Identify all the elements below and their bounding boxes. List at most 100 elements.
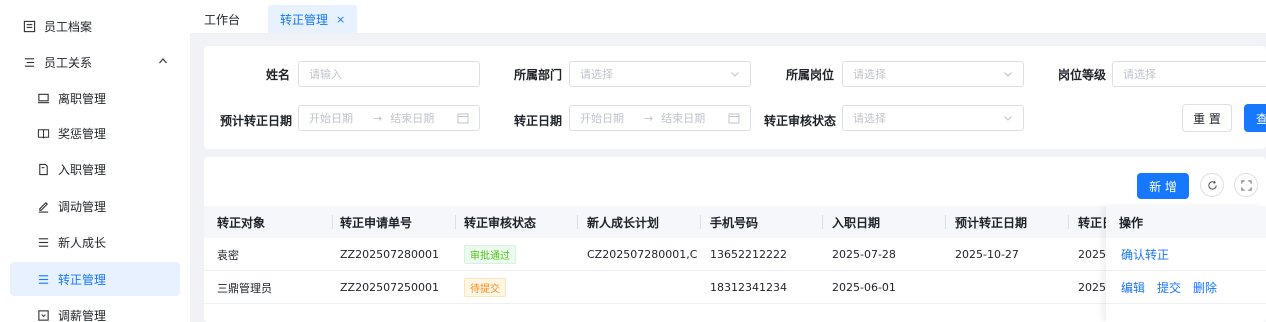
level-label: 岗位等级 xyxy=(1057,68,1106,82)
sidebar-item-label: 入职管理 xyxy=(58,162,107,177)
date-range[interactable]: 开始日期 → 结束日期 xyxy=(569,105,751,131)
fullscreen-icon xyxy=(1240,179,1252,191)
column-divider xyxy=(822,215,823,229)
plan-date-range[interactable]: 开始日期 → 结束日期 xyxy=(298,105,480,131)
column-header: 操作 xyxy=(1106,206,1266,238)
status-select[interactable]: 请选择 xyxy=(842,105,1024,131)
level-select[interactable]: 请选择 xyxy=(1112,61,1266,87)
name-input[interactable]: 请输入 xyxy=(298,61,480,87)
filter-panel: 姓名 请输入 所属部门 请选择 所属岗位 请选择 岗位等级 请选择 预计转正日期… xyxy=(204,46,1266,149)
cell-phone: 13652212222 xyxy=(710,248,787,261)
dept-select[interactable]: 请选择 xyxy=(569,61,751,87)
add-button[interactable]: 新 增 xyxy=(1137,173,1189,199)
cell-entry-date: 2025-07-28 xyxy=(832,248,896,261)
sidebar-item-new-growth[interactable]: 新人成长 xyxy=(0,225,190,259)
fullscreen-button[interactable] xyxy=(1234,173,1258,197)
column-divider xyxy=(945,215,946,229)
placeholder-text: 请选择 xyxy=(853,112,886,125)
delete-link[interactable]: 删除 xyxy=(1193,279,1217,296)
edit-link[interactable]: 编辑 xyxy=(1121,279,1145,296)
calendar-icon xyxy=(457,113,469,124)
sidebar-item-label: 员工档案 xyxy=(44,19,93,34)
cell-reg-date: 2025- xyxy=(1078,281,1108,294)
cell-order-no: ZZ202507280001 xyxy=(340,248,440,261)
tab-label: 转正管理 xyxy=(280,12,329,27)
start-date-placeholder: 开始日期 xyxy=(309,112,353,125)
tab-workbench[interactable]: 工作台 xyxy=(204,5,240,33)
close-icon[interactable]: × xyxy=(336,13,345,26)
placeholder-text: 请选择 xyxy=(580,68,613,81)
refresh-button[interactable] xyxy=(1200,173,1224,197)
sidebar-item-label: 员工关系 xyxy=(44,55,93,70)
cell-status: 审批通过 xyxy=(464,238,516,271)
tab-label: 工作台 xyxy=(204,12,241,27)
lines-icon xyxy=(36,272,50,286)
column-header[interactable]: 转正日 xyxy=(1078,206,1108,238)
placeholder-text: 请选择 xyxy=(853,68,886,81)
cell-status: 待提交 xyxy=(464,271,506,304)
column-header[interactable]: 新人成长计划 xyxy=(587,206,702,238)
column-header[interactable]: 转正申请单号 xyxy=(340,206,455,238)
name-label: 姓名 xyxy=(265,68,290,82)
cell-person: 袁密 xyxy=(217,248,239,262)
operations-column: 操作 确认转正 编辑 提交 删除 xyxy=(1106,206,1266,322)
sidebar-item-rewards[interactable]: 奖惩管理 xyxy=(0,116,190,150)
sidebar-item-label: 离职管理 xyxy=(58,91,107,106)
dept-label: 所属部门 xyxy=(513,68,562,82)
cell-order-no: ZZ202507250001 xyxy=(340,281,440,294)
calendar-icon xyxy=(728,113,740,124)
sidebar-item-employee-relations[interactable]: 员工关系 xyxy=(0,45,190,79)
laptop-icon xyxy=(36,91,50,105)
tab-regularization[interactable]: 转正管理 × xyxy=(268,5,358,33)
arrow-icon: → xyxy=(373,111,383,125)
column-header[interactable]: 预计转正日期 xyxy=(955,206,1065,238)
sidebar-item-regularization[interactable]: 转正管理 xyxy=(10,262,180,296)
document-icon xyxy=(36,162,50,176)
column-divider xyxy=(455,215,456,229)
table-panel: 新 增 转正对象 转正申请单号 转正审核状态 新人成长计划 手机号码 入职日期 … xyxy=(204,157,1266,322)
placeholder-text: 请选择 xyxy=(1123,68,1156,81)
sidebar-item-label: 转正管理 xyxy=(58,272,107,287)
sidebar-item-onboarding[interactable]: 入职管理 xyxy=(0,152,190,186)
sidebar: 员工档案 员工关系 离职管理 奖惩管理 入职管理 调动管理 新人成长 转正管理 … xyxy=(0,0,190,322)
sidebar-item-resignation[interactable]: 离职管理 xyxy=(0,81,190,115)
reset-button[interactable]: 重 置 xyxy=(1182,104,1232,132)
cell-person: 三鼎管理员 xyxy=(217,281,272,295)
cell-plan: CZ202507280001,CZ... xyxy=(587,248,697,261)
list-icon xyxy=(22,19,36,33)
row-actions: 确认转正 xyxy=(1106,238,1266,271)
column-divider xyxy=(332,215,333,229)
column-divider xyxy=(1068,215,1069,229)
lines-icon xyxy=(36,235,50,249)
end-date-placeholder: 结束日期 xyxy=(661,112,706,125)
column-header[interactable]: 转正对象 xyxy=(217,206,327,238)
column-header[interactable]: 入职日期 xyxy=(832,206,942,238)
row-actions: 编辑 提交 删除 xyxy=(1106,271,1266,304)
placeholder-text: 请输入 xyxy=(309,68,342,81)
chevron-up-icon[interactable] xyxy=(158,56,168,66)
cell-reg-date: 2025- xyxy=(1078,248,1108,261)
column-header[interactable]: 手机号码 xyxy=(710,206,820,238)
sidebar-item-employee-archive[interactable]: 员工档案 xyxy=(0,9,190,43)
edit-icon xyxy=(36,199,50,213)
confirm-regularization-link[interactable]: 确认转正 xyxy=(1121,246,1169,263)
chevron-down-icon xyxy=(1004,72,1012,77)
start-date-placeholder: 开始日期 xyxy=(580,112,624,125)
date-label: 转正日期 xyxy=(513,114,562,128)
column-header[interactable]: 转正审核状态 xyxy=(464,206,574,238)
sidebar-item-label: 调薪管理 xyxy=(58,308,107,322)
search-button[interactable]: 查 xyxy=(1244,104,1266,132)
post-select[interactable]: 请选择 xyxy=(842,61,1024,87)
sidebar-item-label: 奖惩管理 xyxy=(58,126,107,141)
sidebar-item-transfer[interactable]: 调动管理 xyxy=(0,189,190,223)
plan-date-label: 预计转正日期 xyxy=(219,114,292,128)
sidebar-item-salary-adjust[interactable]: 调薪管理 xyxy=(0,298,190,322)
sidebar-item-label: 调动管理 xyxy=(58,199,107,214)
status-label: 转正审核状态 xyxy=(763,114,836,128)
chevron-down-icon xyxy=(1004,116,1012,121)
arrow-icon: → xyxy=(644,111,654,125)
tab-bar: 工作台 转正管理 × xyxy=(190,0,1266,34)
submit-link[interactable]: 提交 xyxy=(1157,279,1181,296)
end-date-placeholder: 结束日期 xyxy=(390,112,435,125)
refresh-icon xyxy=(1207,180,1217,190)
